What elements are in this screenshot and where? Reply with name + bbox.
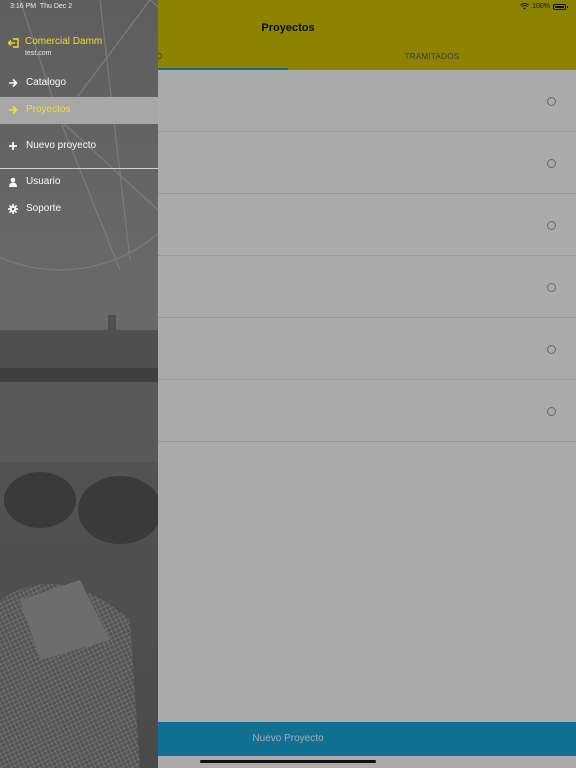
menu-item-label: Proyectos: [26, 104, 71, 115]
status-time-date: 3:16 PM Thu Dec 2: [10, 3, 72, 10]
logout-icon[interactable]: [8, 38, 19, 48]
menu-item-proyectos[interactable]: Proyectos: [0, 97, 158, 124]
plus-icon: [9, 142, 17, 150]
status-time: 3:16 PM: [10, 3, 37, 10]
arrow-right-icon: [9, 78, 18, 88]
menu-item-label: Soporte: [26, 203, 62, 214]
drawer-content: 3:16 PM Thu Dec 2 Comercial Damm test.co…: [0, 0, 158, 768]
menu-item-soporte[interactable]: Soporte: [0, 196, 158, 223]
arrow-right-icon: [9, 105, 18, 115]
gear-icon: [8, 204, 18, 214]
menu-item-label: Usuario: [26, 176, 61, 187]
menu-item-label: Nuevo proyecto: [26, 140, 97, 151]
status-date: Thu Dec 2: [39, 3, 73, 10]
menu-item-label: Catalogo: [26, 77, 67, 88]
user-icon: [9, 177, 17, 187]
user-name: Comercial Damm: [25, 36, 103, 47]
menu-item-usuario[interactable]: Usuario: [0, 169, 158, 196]
home-indicator[interactable]: [200, 760, 376, 763]
side-drawer: 3:16 PM Thu Dec 2 Comercial Damm test.co…: [0, 0, 158, 768]
menu-item-nuevo-proyecto[interactable]: Nuevo proyecto: [0, 133, 158, 160]
user-email: test.com: [25, 50, 52, 57]
menu-item-catalogo[interactable]: Catalogo: [0, 70, 158, 97]
